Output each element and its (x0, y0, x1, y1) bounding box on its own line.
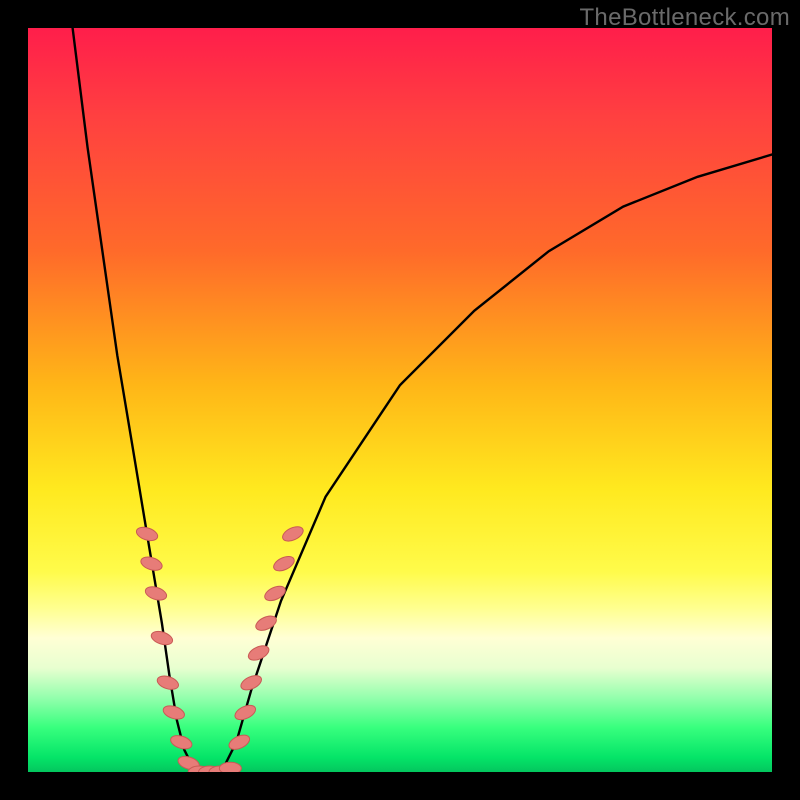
watermark: TheBottleneck.com (579, 4, 790, 32)
data-marker (263, 583, 288, 603)
data-marker (162, 703, 187, 721)
data-marker (144, 584, 169, 602)
data-marker (233, 702, 258, 722)
data-marker (139, 555, 164, 573)
bottleneck-curve (73, 28, 772, 772)
plot-area (28, 28, 772, 772)
data-marker (135, 525, 160, 543)
chart-frame: TheBottleneck.com (0, 0, 800, 800)
curve-layer (73, 28, 772, 772)
data-marker (246, 643, 271, 663)
data-marker (280, 524, 305, 544)
chart-svg (28, 28, 772, 772)
data-marker (219, 762, 241, 772)
data-marker (169, 733, 194, 751)
data-marker (156, 674, 181, 692)
data-marker (150, 629, 175, 647)
marker-layer (135, 524, 306, 772)
